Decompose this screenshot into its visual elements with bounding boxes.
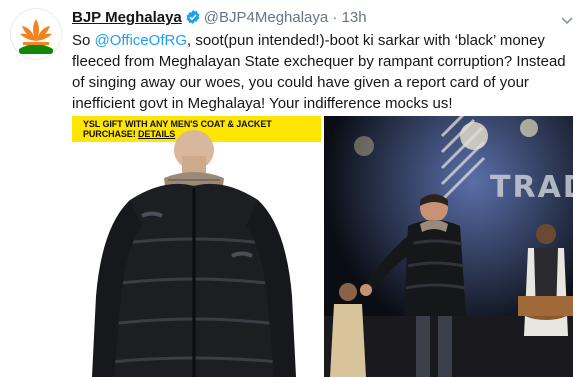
verified-badge-icon <box>185 9 201 30</box>
chevron-down-icon[interactable] <box>561 12 573 30</box>
stage-scene-illustration <box>324 116 573 377</box>
profile-avatar[interactable] <box>10 8 62 60</box>
stage-photo[interactable]: TRAD <box>324 116 573 377</box>
tweet-text: So @OfficeOfRG, soot(pun intended!)-boot… <box>72 30 572 114</box>
mention-link[interactable]: @OfficeOfRG <box>95 32 187 49</box>
user-handle[interactable]: @BJP4Meghalaya <box>204 9 328 26</box>
stage-sign-text: TRAD <box>490 170 573 205</box>
tweet-media[interactable]: YSL GIFT WITH ANY MEN'S COAT & JACKET PU… <box>72 116 573 377</box>
tweet-text-prefix: So <box>72 32 95 49</box>
tweet-header: BJP Meghalaya @BJP4Meghalaya · 13h <box>72 9 367 30</box>
tweet-timestamp[interactable]: 13h <box>342 9 367 26</box>
bjp-lotus-logo <box>11 9 61 59</box>
jacket-illustration <box>92 130 296 377</box>
display-name[interactable]: BJP Meghalaya <box>72 9 182 26</box>
separator-dot: · <box>332 9 338 26</box>
jacket-ad-photo[interactable]: YSL GIFT WITH ANY MEN'S COAT & JACKET PU… <box>72 116 321 377</box>
